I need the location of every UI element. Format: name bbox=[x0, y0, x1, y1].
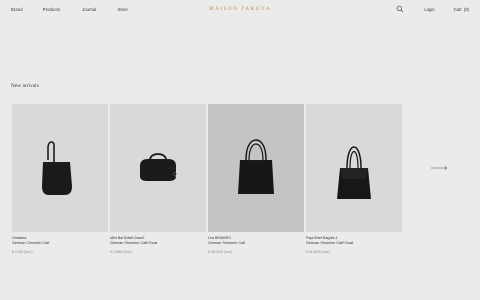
product-card[interactable]: Ondared German Chromhh Calf ¥ 2,000 (Inl… bbox=[12, 104, 108, 255]
product-material: German Shromhn Calf+Goat bbox=[110, 241, 158, 245]
brief-bag-image bbox=[337, 146, 371, 199]
search-icon[interactable] bbox=[396, 5, 404, 13]
bucket-bag-image bbox=[42, 141, 72, 195]
product-image[interactable] bbox=[12, 104, 108, 232]
login-link[interactable]: Login bbox=[424, 7, 434, 12]
product-image[interactable] bbox=[306, 104, 402, 232]
site-header: Brand Products Journal Store MAISON TAKU… bbox=[0, 0, 480, 20]
product-material: German Shromhn Calf bbox=[208, 241, 245, 245]
product-price: ¥ 2,000 (Inlv.) bbox=[12, 250, 33, 254]
product-card[interactable]: Mini Bai Brfafl Case2 German Shromhn Cal… bbox=[110, 104, 206, 255]
product-list: Ondared German Chromhh Calf ¥ 2,000 (Inl… bbox=[12, 104, 402, 255]
header-tools: Login Cart (0) bbox=[396, 5, 469, 13]
product-card[interactable]: Ura BRAMSO German Shromhn Calf ¥ 46,0000… bbox=[208, 104, 304, 255]
section-title: New arrivals bbox=[11, 83, 39, 89]
arrow-right-icon[interactable] bbox=[430, 164, 448, 172]
product-material: German Shromhn Calf+Goat bbox=[306, 241, 354, 245]
cart-count: (0) bbox=[463, 6, 469, 12]
cart-link[interactable]: Cart (0) bbox=[454, 7, 469, 12]
product-card[interactable]: Papi Brief Bagd/s.1 German Shromhn Calf+… bbox=[306, 104, 402, 255]
product-image[interactable] bbox=[110, 104, 206, 232]
product-image[interactable] bbox=[208, 104, 304, 232]
cart-label: Cart bbox=[453, 6, 462, 12]
tote-bag-image bbox=[238, 139, 274, 194]
product-price: ¥ 46,0000 (Inlv.) bbox=[208, 250, 233, 254]
product-price: ¥ 1,6800 (Inlv.) bbox=[110, 250, 133, 254]
product-material: German Chromhh Calf bbox=[12, 241, 50, 245]
product-price: ¥ 61,5000 (Inlv.) bbox=[306, 250, 331, 254]
briefcase-bag-image bbox=[140, 153, 177, 181]
